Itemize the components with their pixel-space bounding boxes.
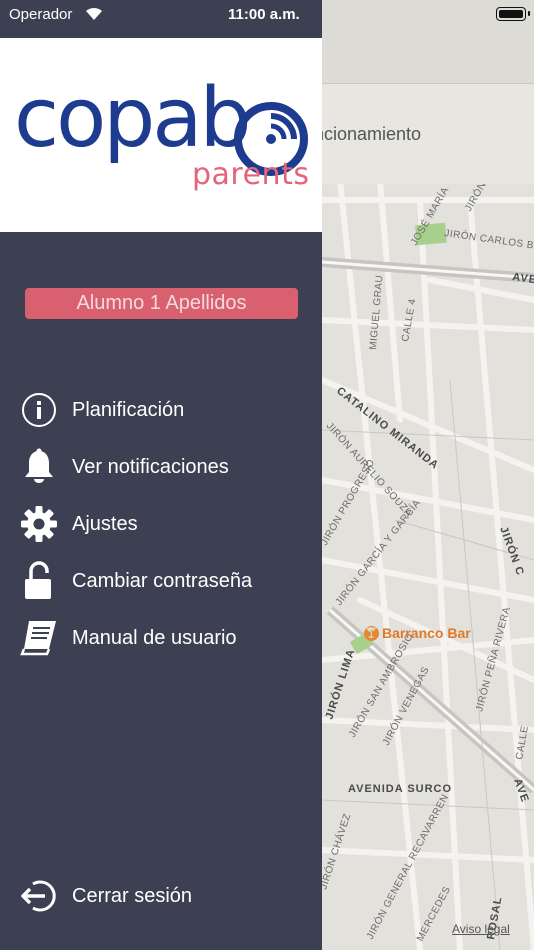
gear-icon: [18, 503, 60, 545]
unlock-icon: [18, 560, 60, 602]
poi-label[interactable]: Barranco Bar: [382, 625, 471, 641]
menu-label: Planificación: [72, 398, 185, 421]
map-top-bar: [322, 38, 534, 84]
street-label: MIGUEL GRAU: [368, 274, 386, 350]
brand-tagline: parents: [192, 157, 310, 192]
wifi-icon: [86, 7, 102, 21]
menu-item-notificaciones[interactable]: Ver notificaciones: [18, 446, 308, 488]
info-icon: [18, 389, 60, 431]
student-selector[interactable]: Alumno 1 Apellidos: [25, 288, 298, 319]
street-label: AVENIDA SURCO: [348, 783, 452, 795]
street-label: CATALINO MIRANDA: [334, 385, 441, 472]
street-label: MERCEDES: [415, 885, 453, 944]
logout-icon: [18, 875, 60, 917]
street-label: JIRÓN CARLOS BA: [444, 226, 534, 252]
status-bar: Operador 11:00 a.m.: [0, 0, 534, 38]
bar-icon[interactable]: 🍸: [364, 626, 379, 641]
menu-item-cambiar-contrasena[interactable]: Cambiar contraseña: [18, 560, 308, 602]
street-label: JIRÓN PROGRESO: [317, 456, 377, 547]
battery-icon: [496, 7, 530, 21]
side-drawer: copab parents Alumno 1 Apellidos Planifi…: [0, 38, 322, 950]
menu-label: Cambiar contraseña: [72, 569, 253, 592]
menu-label: Manual de usuario: [72, 626, 237, 649]
logout-label: Cerrar sesión: [72, 884, 193, 907]
brand-logo: copab: [14, 71, 252, 166]
map-header-text: ncionamiento: [314, 124, 422, 144]
street-label: AVE: [512, 271, 534, 286]
menu-label: Ajustes: [72, 512, 138, 535]
menu-item-ajustes[interactable]: Ajustes: [18, 503, 308, 545]
street-label: CALLE 4: [400, 298, 418, 343]
bell-icon: [18, 446, 60, 488]
carrier-label: Operador: [9, 6, 73, 23]
menu-label: Ver notificaciones: [72, 455, 229, 478]
street-label: JIRÓN: [461, 179, 489, 214]
menu-item-planificacion[interactable]: Planificación: [18, 389, 308, 431]
clock: 11:00 a.m.: [228, 6, 300, 23]
legal-link[interactable]: Aviso legal: [452, 922, 510, 936]
menu-item-manual-usuario[interactable]: Manual de usuario: [18, 617, 308, 659]
logout-button[interactable]: Cerrar sesión: [18, 875, 308, 917]
logo-area: copab parents: [0, 38, 322, 232]
book-icon: [18, 617, 60, 659]
